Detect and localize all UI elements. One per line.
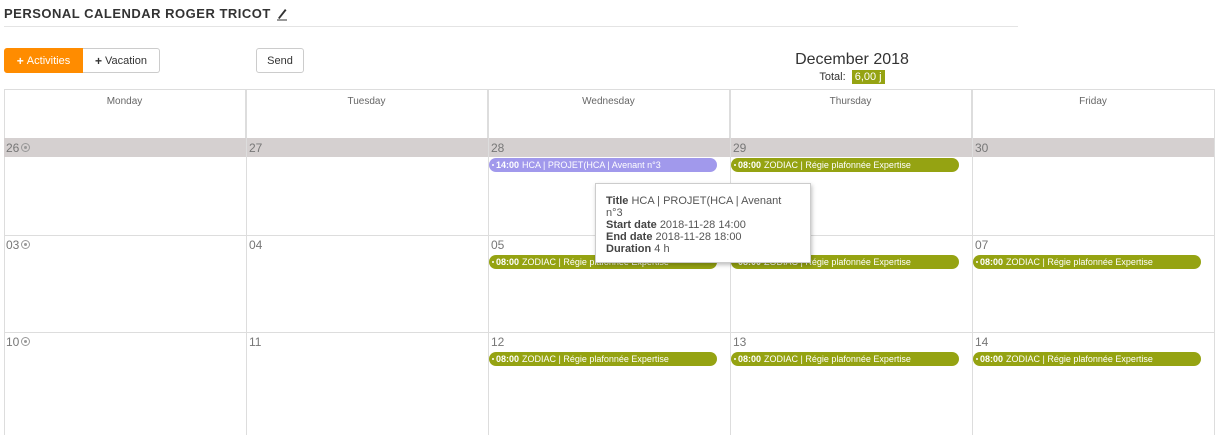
- event-tooltip: Title HCA | PROJET(HCA | Avenant n°3 Sta…: [595, 183, 811, 263]
- event-text: HCA | PROJET(HCA | Avenant n°3: [522, 160, 661, 170]
- add-activities-button[interactable]: + Activities: [4, 48, 83, 73]
- current-week-band: [4, 138, 1215, 157]
- title-divider: [4, 26, 1018, 27]
- grid-line: [1214, 89, 1215, 435]
- day-header-friday: Friday: [972, 89, 1215, 138]
- day-header-tuesday: Tuesday: [246, 89, 488, 138]
- plus-icon: +: [16, 53, 24, 68]
- calendar-event[interactable]: 08:00ZODIAC | Régie plafonnée Expertise: [731, 352, 959, 366]
- day-cell-date[interactable]: 27: [249, 141, 262, 155]
- calendar-title: PERSONAL CALENDAR ROGER TRICOT: [4, 6, 271, 21]
- date-number: 10: [6, 335, 20, 349]
- day-cell-date[interactable]: 28: [491, 141, 504, 155]
- grid-line: [4, 332, 1215, 333]
- tooltip-start-row: Start date 2018-11-28 14:00: [606, 219, 800, 231]
- tooltip-duration-label: Duration: [606, 243, 652, 255]
- tooltip-end-value: 2018-11-28 18:00: [655, 231, 742, 243]
- day-cell-date[interactable]: 11: [249, 335, 261, 349]
- event-time: 08:00: [496, 354, 520, 364]
- tooltip-start-label: Start date: [606, 219, 657, 231]
- event-time: 08:00: [980, 354, 1004, 364]
- week-select-icon[interactable]: [21, 143, 31, 153]
- tooltip-start-value: 2018-11-28 14:00: [659, 219, 746, 231]
- edit-pencil-icon[interactable]: [276, 7, 288, 21]
- event-text: ZODIAC | Régie plafonnée Expertise: [764, 160, 911, 170]
- tooltip-title-value: HCA | PROJET(HCA | Avenant n°3: [606, 195, 782, 219]
- tooltip-duration-value: 4 h: [654, 243, 670, 255]
- day-cell-date[interactable]: 14: [975, 335, 988, 349]
- page-title: PERSONAL CALENDAR ROGER TRICOT: [4, 6, 288, 21]
- event-text: ZODIAC | Régie plafonnée Expertise: [764, 354, 911, 364]
- event-text: ZODIAC | Régie plafonnée Expertise: [522, 354, 669, 364]
- date-number: 03: [6, 238, 20, 252]
- day-cell-date[interactable]: 07: [975, 238, 988, 252]
- plus-icon: +: [94, 53, 102, 68]
- tooltip-duration-row: Duration 4 h: [606, 243, 800, 255]
- add-button-group: + Activities + Vacation: [4, 48, 160, 73]
- day-cell-date[interactable]: 12: [491, 335, 504, 349]
- grid-line: [246, 89, 247, 435]
- calendar-event[interactable]: 14:00 HCA | PROJET(HCA | Avenant n°3: [489, 158, 717, 172]
- calendar-event[interactable]: 08:00ZODIAC | Régie plafonnée Expertise: [489, 352, 717, 366]
- tooltip-end-label: End date: [606, 231, 653, 243]
- event-time: 08:00: [496, 257, 520, 267]
- tooltip-title-row: Title HCA | PROJET(HCA | Avenant n°3: [606, 195, 800, 219]
- day-cell-date[interactable]: 29: [733, 141, 746, 155]
- week-select-icon[interactable]: [21, 337, 31, 347]
- activities-label: Activities: [26, 54, 71, 67]
- date-number: 26: [6, 141, 20, 155]
- day-header-thursday: Thursday: [730, 89, 972, 138]
- send-button[interactable]: Send: [256, 48, 304, 73]
- month-title: December 2018: [795, 51, 909, 68]
- calendar-event[interactable]: 08:00ZODIAC | Régie plafonnée Expertise: [973, 255, 1201, 269]
- event-time: 08:00: [980, 257, 1004, 267]
- day-cell-date[interactable]: 04: [249, 238, 262, 252]
- total-label: Total:: [819, 71, 846, 83]
- day-cell-date[interactable]: 30: [975, 141, 988, 155]
- calendar-event[interactable]: 08:00ZODIAC | Régie plafonnée Expertise: [973, 352, 1201, 366]
- day-cell-date[interactable]: 05: [491, 238, 504, 252]
- event-text: ZODIAC | Régie plafonnée Expertise: [1006, 257, 1153, 267]
- total-badge: 6,00 j: [851, 70, 885, 84]
- add-vacation-button[interactable]: + Vacation: [83, 48, 160, 73]
- day-header-wednesday: Wednesday: [488, 89, 730, 138]
- total-row: Total: 6,00 j: [752, 70, 952, 84]
- day-header-monday: Monday: [4, 89, 246, 138]
- week-select-icon[interactable]: [21, 240, 31, 250]
- event-time: 14:00: [496, 160, 520, 170]
- day-cell-date[interactable]: 26: [6, 141, 31, 155]
- event-time: 08:00: [738, 160, 762, 170]
- event-text: ZODIAC | Régie plafonnée Expertise: [1006, 354, 1153, 364]
- event-time: 08:00: [738, 354, 762, 364]
- day-cell-date[interactable]: 10: [6, 335, 31, 349]
- calendar-event[interactable]: 08:00ZODIAC | Régie plafonnée Expertise: [731, 158, 959, 172]
- tooltip-title-label: Title: [606, 195, 629, 207]
- tooltip-end-row: End date 2018-11-28 18:00: [606, 231, 800, 243]
- vacation-label: Vacation: [105, 54, 147, 67]
- day-cell-date[interactable]: 13: [733, 335, 746, 349]
- day-cell-date[interactable]: 03: [6, 238, 31, 252]
